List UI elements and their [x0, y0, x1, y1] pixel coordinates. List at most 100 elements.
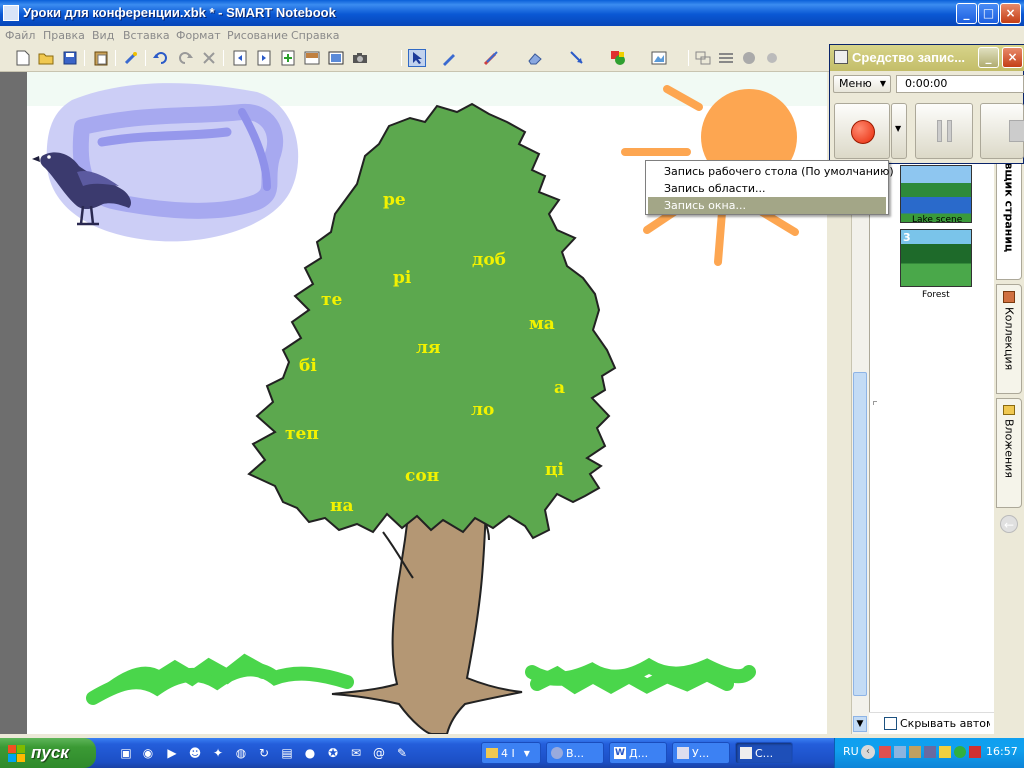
maximize-button[interactable]: □	[978, 3, 999, 24]
tab-attachments[interactable]: Вложения	[996, 398, 1022, 508]
full-screen-icon[interactable]	[327, 49, 345, 67]
syllable-word[interactable]: на	[330, 496, 353, 516]
properties-icon[interactable]	[717, 49, 735, 67]
quicklaunch-browser-icon[interactable]: ◉	[140, 745, 156, 761]
tray-status-icon[interactable]	[954, 746, 966, 758]
menu-help[interactable]: Справка	[291, 29, 339, 42]
fill-icon[interactable]	[650, 49, 668, 67]
tab-gallery[interactable]: Коллекция	[996, 284, 1022, 394]
chevron-down-icon: ▼	[895, 124, 902, 133]
quicklaunch-app-icon[interactable]: ▣	[118, 745, 134, 761]
menu-format[interactable]: Формат	[176, 29, 221, 42]
pen-icon[interactable]	[440, 49, 458, 67]
recorder-menu-button[interactable]: Меню ▼	[833, 75, 891, 93]
syllable-word[interactable]: сон	[405, 466, 439, 486]
delete-icon[interactable]	[200, 49, 218, 67]
auto-hide-label: Скрывать автом	[900, 717, 990, 730]
close-button[interactable]: ×	[1000, 3, 1021, 24]
next-page-icon[interactable]	[255, 49, 273, 67]
syllable-word[interactable]: ма	[529, 314, 555, 334]
creative-pen-icon[interactable]	[482, 49, 500, 67]
folder-icon	[1003, 405, 1015, 415]
open-folder-icon[interactable]	[37, 49, 55, 67]
quicklaunch-folder-icon[interactable]: ▤	[279, 745, 295, 761]
language-indicator[interactable]: RU	[843, 745, 859, 758]
tray-app-icon[interactable]	[879, 746, 891, 758]
new-page-icon[interactable]	[14, 49, 32, 67]
syllable-word[interactable]: а	[554, 378, 565, 398]
menu-insert[interactable]: Вставка	[123, 29, 170, 42]
syllable-word[interactable]: те	[321, 290, 342, 310]
line-tool-icon[interactable]	[568, 49, 586, 67]
quicklaunch-media-icon[interactable]: ▶	[164, 745, 180, 761]
scroll-down-icon[interactable]: ▼	[853, 716, 867, 732]
quicklaunch-search-icon[interactable]: ✪	[325, 745, 341, 761]
stop-button[interactable]	[980, 103, 1024, 159]
auto-hide-option[interactable]: Скрывать автом	[869, 712, 994, 734]
hand-icon[interactable]	[763, 49, 781, 67]
tray-collapse-icon[interactable]: ‹	[861, 745, 875, 759]
quicklaunch-mail-icon[interactable]: @	[371, 745, 387, 761]
magic-pen-icon[interactable]	[122, 49, 140, 67]
page-thumbnail-forest[interactable]: 3	[900, 229, 972, 287]
taskbar-item-folder[interactable]: 4 I ▼	[481, 742, 541, 764]
pause-button[interactable]	[915, 103, 973, 159]
previous-page-icon[interactable]	[231, 49, 249, 67]
auto-hide-checkbox[interactable]	[884, 717, 897, 730]
syllable-word[interactable]: ре	[383, 190, 406, 210]
folder-icon	[486, 748, 498, 758]
tray-printer-icon[interactable]	[909, 746, 921, 758]
minimize-button[interactable]: _	[956, 3, 977, 24]
move-sidebar-icon[interactable]: ←	[1000, 515, 1018, 533]
select-arrow-icon[interactable]	[408, 49, 426, 67]
syllable-word[interactable]: теп	[285, 424, 319, 444]
quicklaunch-network-icon[interactable]: ✦	[210, 745, 226, 761]
tray-display-icon[interactable]	[924, 746, 936, 758]
taskbar-item-browser[interactable]: В...	[546, 742, 604, 764]
gallery-icon[interactable]	[740, 49, 758, 67]
notebook-icon	[677, 747, 689, 759]
recorder-close-button[interactable]: ×	[1002, 47, 1023, 68]
quicklaunch-people-icon[interactable]: ☻	[187, 745, 203, 761]
syllable-word[interactable]: ля	[416, 338, 441, 358]
menu-edit[interactable]: Правка	[43, 29, 85, 42]
taskbar-item-recorder[interactable]: С...	[735, 742, 793, 764]
menu-item-record-desktop[interactable]: Запись рабочего стола (По умолчанию)	[648, 163, 894, 180]
record-button[interactable]	[834, 103, 890, 159]
quicklaunch-chat-icon[interactable]: ✉	[348, 745, 364, 761]
menu-file[interactable]: Файл	[5, 29, 35, 42]
taskbar-item-notebook[interactable]: У...	[672, 742, 730, 764]
add-page-icon[interactable]	[279, 49, 297, 67]
menu-item-record-window[interactable]: Запись окна...	[648, 197, 886, 214]
quicklaunch-opera-icon[interactable]: ●	[302, 745, 318, 761]
syllable-word[interactable]: ло	[471, 400, 494, 420]
screen-shade-icon[interactable]	[303, 49, 321, 67]
syllable-word[interactable]: ці	[545, 460, 564, 480]
tray-volume-icon[interactable]	[939, 746, 951, 758]
record-options-dropdown[interactable]: ▼	[891, 103, 907, 159]
save-icon[interactable]	[61, 49, 79, 67]
quicklaunch-globe-icon[interactable]: ◍	[233, 745, 249, 761]
camera-icon[interactable]	[351, 49, 369, 67]
eraser-icon[interactable]	[526, 49, 544, 67]
recorder-minimize-button[interactable]: _	[978, 47, 999, 68]
syllable-word[interactable]: доб	[472, 250, 506, 270]
shapes-icon[interactable]	[609, 49, 627, 67]
quicklaunch-sync-icon[interactable]: ↻	[256, 745, 272, 761]
taskbar-item-word[interactable]: W Д...	[609, 742, 667, 764]
menu-draw[interactable]: Рисование	[227, 29, 288, 42]
start-button[interactable]: пуск	[0, 738, 96, 768]
syllable-word[interactable]: бі	[299, 356, 317, 376]
quicklaunch-paint-icon[interactable]: ✎	[394, 745, 410, 761]
tray-network-icon[interactable]	[894, 746, 906, 758]
tray-security-icon[interactable]	[969, 746, 981, 758]
redo-icon[interactable]	[176, 49, 194, 67]
undo-icon[interactable]	[152, 49, 170, 67]
menu-view[interactable]: Вид	[92, 29, 114, 42]
group-icon[interactable]	[694, 49, 712, 67]
scrollbar-thumb[interactable]	[853, 372, 867, 696]
paste-icon[interactable]	[92, 49, 110, 67]
clock: 16:57	[986, 745, 1018, 758]
syllable-word[interactable]: рі	[393, 268, 411, 288]
menu-item-record-area[interactable]: Запись области...	[648, 180, 886, 197]
